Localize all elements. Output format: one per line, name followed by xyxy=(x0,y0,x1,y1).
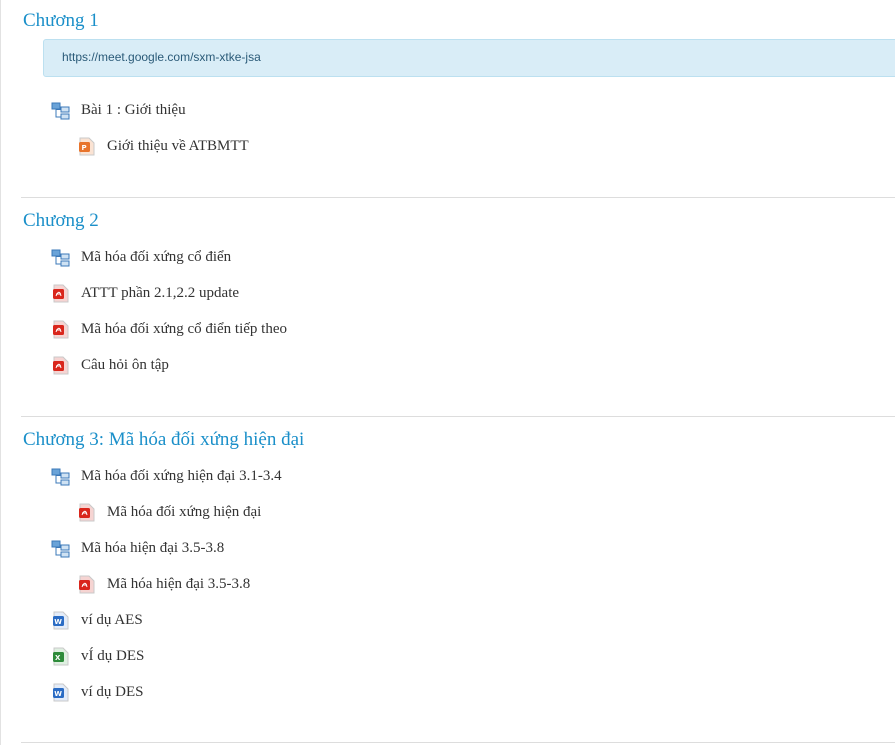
item-label: ví dụ AES xyxy=(81,611,143,628)
item-label: Giới thiệu về ATBMTT xyxy=(107,137,249,154)
powerpoint-file-icon: P xyxy=(77,137,96,156)
meeting-link-box: https://meet.google.com/sxm-xtke-jsa xyxy=(43,39,895,77)
word-file-icon: W xyxy=(51,611,70,630)
pdf-file-icon xyxy=(77,575,96,594)
item-label: Mã hóa đối xứng hiện đại 3.1-3.4 xyxy=(81,467,282,484)
item-label: Mã hóa đối xứng cổ điển xyxy=(81,248,232,265)
pdf-file-icon xyxy=(51,284,70,303)
svg-text:P: P xyxy=(82,144,87,152)
list-item[interactable]: Mã hóa đối xứng hiện đại xyxy=(77,500,261,524)
list-item[interactable]: W ví dụ DES xyxy=(51,680,144,704)
svg-text:W: W xyxy=(54,618,62,626)
item-label: Mã hóa hiện đại 3.5-3.8 xyxy=(107,575,251,592)
section-divider xyxy=(21,742,895,743)
item-label: Bài 1 : Giới thiệu xyxy=(81,101,186,118)
list-item[interactable]: Mã hóa hiện đại 3.5-3.8 xyxy=(51,536,224,560)
section-chuong-3: Chương 3: Mã hóa đối xứng hiện đại Mã hó… xyxy=(1,418,895,745)
item-label: Mã hóa hiện đại 3.5-3.8 xyxy=(81,539,225,556)
section-divider xyxy=(21,197,895,198)
list-item[interactable]: P Giới thiệu về ATBMTT xyxy=(77,134,249,158)
word-file-icon: W xyxy=(51,683,70,702)
folder-icon xyxy=(51,248,70,267)
item-label: Câu hỏi ôn tập xyxy=(81,356,169,373)
list-item[interactable]: X vÍ dụ DES xyxy=(51,644,144,668)
course-content: Chương 1 https://meet.google.com/sxm-xtk… xyxy=(0,0,895,745)
item-label: Mã hóa đối xứng cổ điển tiếp theo xyxy=(81,320,288,337)
svg-text:X: X xyxy=(55,654,61,662)
list-item[interactable]: ATTT phần 2.1,2.2 update xyxy=(51,281,239,305)
list-item[interactable]: W ví dụ AES xyxy=(51,608,143,632)
folder-icon xyxy=(51,101,70,120)
list-item[interactable]: Mã hóa hiện đại 3.5-3.8 xyxy=(77,572,250,596)
folder-icon xyxy=(51,467,70,486)
list-item[interactable]: Câu hỏi ôn tập xyxy=(51,353,169,377)
item-label: vÍ dụ DES xyxy=(81,647,145,664)
section-title[interactable]: Chương 1 xyxy=(23,10,99,32)
meeting-link[interactable]: https://meet.google.com/sxm-xtke-jsa xyxy=(62,50,261,64)
list-item[interactable]: Mã hóa đối xứng hiện đại 3.1-3.4 xyxy=(51,464,282,488)
section-title[interactable]: Chương 3: Mã hóa đối xứng hiện đại xyxy=(23,429,304,451)
section-chuong-2: Chương 2 Mã hóa đối xứng cổ điển ATTT ph… xyxy=(1,200,895,418)
pdf-file-icon xyxy=(77,503,96,522)
pdf-file-icon xyxy=(51,356,70,375)
svg-text:W: W xyxy=(54,690,62,698)
item-label: Mã hóa đối xứng hiện đại xyxy=(107,503,262,520)
item-label: ví dụ DES xyxy=(81,683,144,700)
pdf-file-icon xyxy=(51,320,70,339)
section-divider xyxy=(21,416,895,417)
list-item[interactable]: Mã hóa đối xứng cổ điển tiếp theo xyxy=(51,317,287,341)
section-title[interactable]: Chương 2 xyxy=(23,210,99,232)
folder-icon xyxy=(51,539,70,558)
item-label: ATTT phần 2.1,2.2 update xyxy=(81,284,240,301)
excel-file-icon: X xyxy=(51,647,70,666)
list-item[interactable]: Mã hóa đối xứng cổ điển xyxy=(51,245,231,269)
section-chuong-1: Chương 1 https://meet.google.com/sxm-xtk… xyxy=(1,0,895,200)
list-item[interactable]: Bài 1 : Giới thiệu xyxy=(51,98,186,122)
